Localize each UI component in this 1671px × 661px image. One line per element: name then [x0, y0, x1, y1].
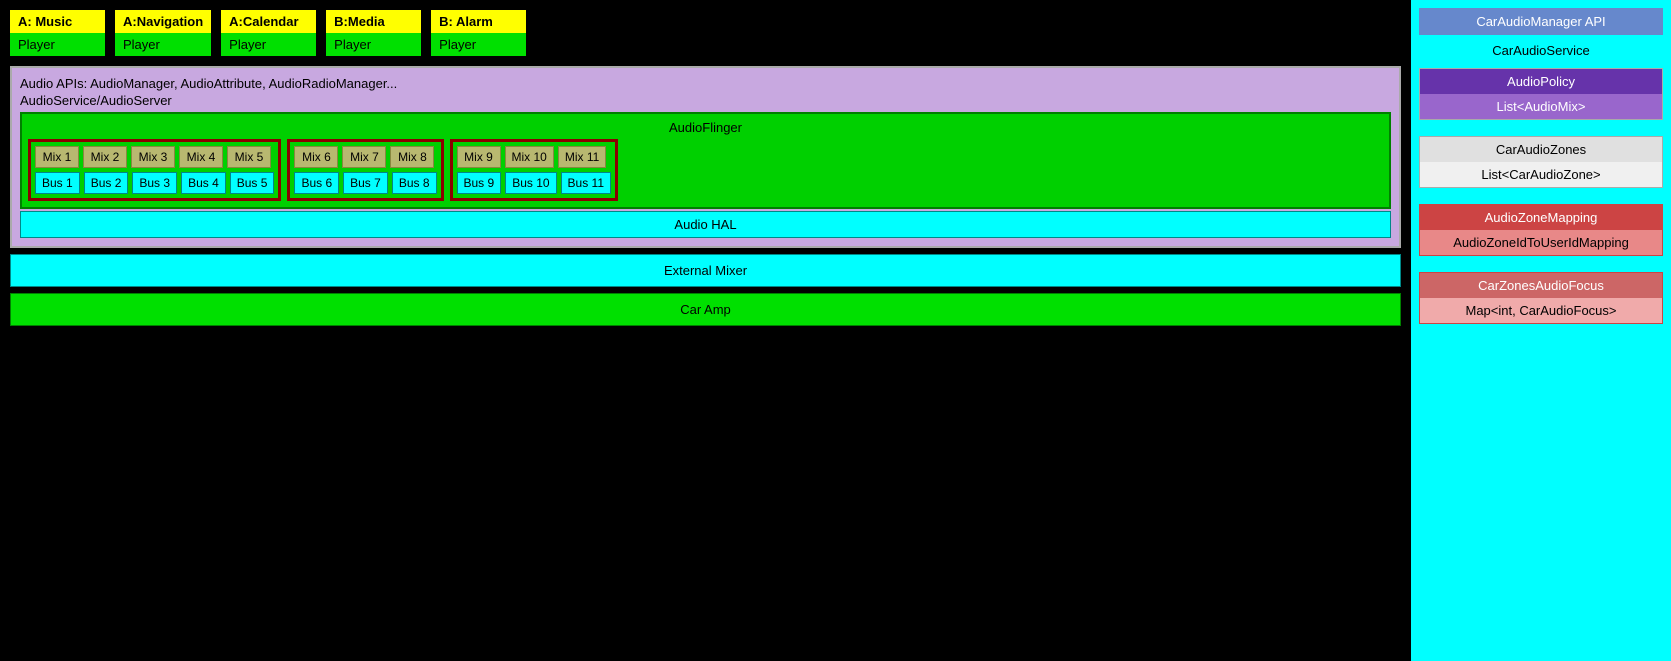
audio-zone-mapping-label: AudioZoneMapping	[1420, 205, 1662, 230]
mix2: Mix 2	[83, 146, 127, 168]
zone3-buses: Bus 9 Bus 10 Bus 11	[457, 172, 612, 194]
left-panel: A: Music Player A:Navigation Player A:Ca…	[0, 0, 1411, 661]
bus5: Bus 5	[230, 172, 275, 194]
zone1-mixes: Mix 1 Mix 2 Mix 3 Mix 4 Mix 5	[35, 146, 274, 168]
audio-flinger-area: AudioFlinger Mix 1 Mix 2 Mix 3 Mix 4 Mix…	[20, 112, 1391, 209]
car-zones-audio-focus-label: CarZonesAudioFocus	[1420, 273, 1662, 298]
player-media: B:Media Player	[326, 10, 421, 56]
mix10: Mix 10	[505, 146, 554, 168]
player-music-sublabel: Player	[10, 33, 105, 56]
player-alarm-sublabel: Player	[431, 33, 526, 56]
mix1: Mix 1	[35, 146, 79, 168]
zone-mapping-section: AudioZoneMapping AudioZoneIdToUserIdMapp…	[1419, 204, 1663, 256]
policy-section: AudioPolicy List<AudioMix>	[1419, 68, 1663, 120]
audio-service-label: AudioService/AudioServer	[20, 93, 1391, 108]
audio-hal-area: Audio HAL	[20, 211, 1391, 238]
bus11: Bus 11	[561, 172, 611, 194]
player-music-label: A: Music	[10, 10, 105, 33]
zones-section: CarAudioZones List<CarAudioZone>	[1419, 136, 1663, 188]
player-alarm: B: Alarm Player	[431, 10, 526, 56]
car-audio-service-label: CarAudioService	[1419, 39, 1663, 62]
zones-row: Mix 1 Mix 2 Mix 3 Mix 4 Mix 5 Bus 1 Bus …	[28, 139, 1383, 201]
list-car-audio-zone-label: List<CarAudioZone>	[1420, 162, 1662, 187]
audio-zone-id-mapping-label: AudioZoneIdToUserIdMapping	[1420, 230, 1662, 255]
zone2-box: Mix 6 Mix 7 Mix 8 Bus 6 Bus 7 Bus 8	[287, 139, 443, 201]
mix8: Mix 8	[390, 146, 434, 168]
zone3-mixes: Mix 9 Mix 10 Mix 11	[457, 146, 612, 168]
player-media-sublabel: Player	[326, 33, 421, 56]
bus7: Bus 7	[343, 172, 388, 194]
audio-apis-label: Audio APIs: AudioManager, AudioAttribute…	[20, 76, 1391, 91]
car-audio-manager-api: CarAudioManager API	[1419, 8, 1663, 35]
player-navigation: A:Navigation Player	[115, 10, 211, 56]
bus3: Bus 3	[132, 172, 177, 194]
car-amp-label: Car Amp	[680, 302, 731, 317]
audio-policy-label: AudioPolicy	[1420, 69, 1662, 94]
bus9: Bus 9	[457, 172, 502, 194]
player-calendar-sublabel: Player	[221, 33, 316, 56]
players-row: A: Music Player A:Navigation Player A:Ca…	[10, 10, 1401, 56]
bus1: Bus 1	[35, 172, 80, 194]
bus6: Bus 6	[294, 172, 339, 194]
player-navigation-label: A:Navigation	[115, 10, 211, 33]
right-panel: CarAudioManager API CarAudioService Audi…	[1411, 0, 1671, 661]
map-car-audio-focus-label: Map<int, CarAudioFocus>	[1420, 298, 1662, 323]
diagram-area: Audio APIs: AudioManager, AudioAttribute…	[10, 66, 1401, 248]
external-mixer-label: External Mixer	[664, 263, 747, 278]
bus4: Bus 4	[181, 172, 226, 194]
player-music: A: Music Player	[10, 10, 105, 56]
player-calendar-label: A:Calendar	[221, 10, 316, 33]
mix9: Mix 9	[457, 146, 501, 168]
player-alarm-label: B: Alarm	[431, 10, 526, 33]
player-calendar: A:Calendar Player	[221, 10, 316, 56]
audio-focus-section: CarZonesAudioFocus Map<int, CarAudioFocu…	[1419, 272, 1663, 324]
zone3-box: Mix 9 Mix 10 Mix 11 Bus 9 Bus 10 Bus 11	[450, 139, 619, 201]
bus2: Bus 2	[84, 172, 129, 194]
zone2-buses: Bus 6 Bus 7 Bus 8	[294, 172, 436, 194]
mix6: Mix 6	[294, 146, 338, 168]
audio-hal-label: Audio HAL	[674, 217, 736, 232]
zone2-mixes: Mix 6 Mix 7 Mix 8	[294, 146, 436, 168]
player-navigation-sublabel: Player	[115, 33, 211, 56]
audio-flinger-label: AudioFlinger	[28, 120, 1383, 135]
mix7: Mix 7	[342, 146, 386, 168]
mix5: Mix 5	[227, 146, 271, 168]
mix11: Mix 11	[558, 146, 606, 168]
car-audio-zones-label: CarAudioZones	[1420, 137, 1662, 162]
player-media-label: B:Media	[326, 10, 421, 33]
mix4: Mix 4	[179, 146, 223, 168]
car-amp-area: Car Amp	[10, 293, 1401, 326]
list-audio-mix-label: List<AudioMix>	[1420, 94, 1662, 119]
external-mixer-area: External Mixer	[10, 254, 1401, 287]
zone1-buses: Bus 1 Bus 2 Bus 3 Bus 4 Bus 5	[35, 172, 274, 194]
zone1-box: Mix 1 Mix 2 Mix 3 Mix 4 Mix 5 Bus 1 Bus …	[28, 139, 281, 201]
bus10: Bus 10	[505, 172, 556, 194]
mix3: Mix 3	[131, 146, 175, 168]
bus8: Bus 8	[392, 172, 437, 194]
